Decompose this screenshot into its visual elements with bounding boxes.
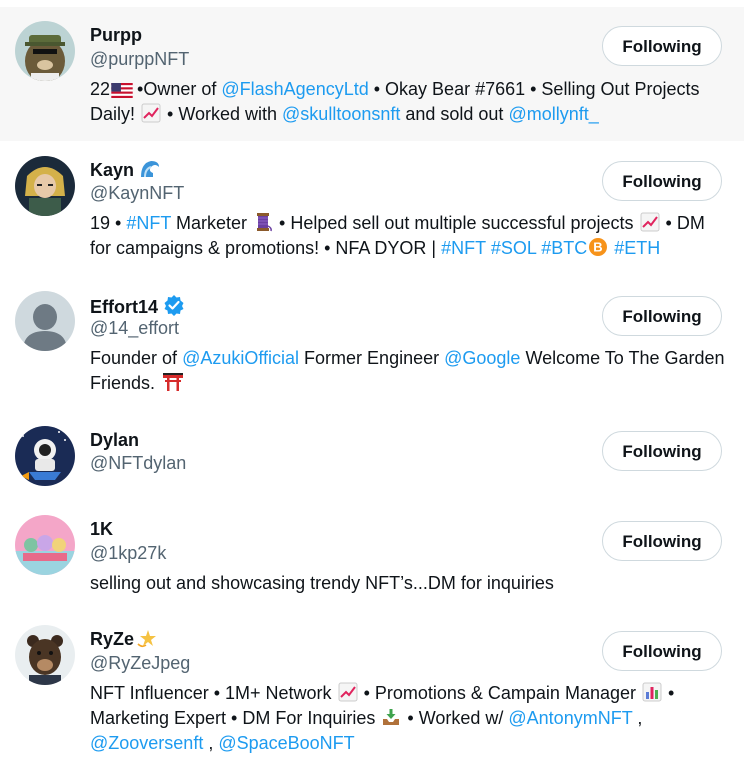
bio-text: • Worked w/ — [402, 708, 509, 728]
following-button[interactable]: Following — [602, 296, 722, 336]
user-name[interactable]: Purpp — [90, 24, 142, 46]
hashtag-link[interactable]: #ETH — [614, 238, 660, 258]
hashtag-link[interactable]: #NFT — [126, 213, 171, 233]
wave-emoji-icon — [139, 159, 161, 184]
user-row-effort14[interactable]: Effort14 @14_effort Founder of @AzukiOff… — [0, 276, 744, 411]
hashtag-link[interactable]: #BTC — [541, 238, 587, 258]
mention-link[interactable]: @mollynft_ — [508, 104, 598, 124]
chart-increasing-icon — [640, 212, 660, 232]
user-name[interactable]: Dylan — [90, 429, 139, 451]
svg-text:B: B — [594, 240, 603, 255]
user-handle[interactable]: @1kp27k — [90, 542, 166, 564]
bio-text: • Helped sell out multiple successful pr… — [274, 213, 639, 233]
hashtag-link[interactable]: #NFT — [441, 238, 486, 258]
spool-of-thread-icon — [253, 212, 273, 232]
user-bio: selling out and showcasing trendy NFT’s.… — [90, 571, 730, 596]
user-name[interactable]: 1K — [90, 518, 113, 540]
user-row-dylan[interactable]: Dylan @NFTdylan Following — [0, 411, 744, 501]
bio-text: • Worked with — [162, 104, 283, 124]
user-name[interactable]: RyZe — [90, 628, 158, 653]
user-row-kayn[interactable]: Kayn @KaynNFT 19 • #NFT Marketer • Helpe… — [0, 141, 744, 276]
default-profile-avatar-image — [15, 291, 75, 351]
bear-avatar-image — [15, 625, 75, 685]
bio-text: and sold out — [400, 104, 509, 124]
mention-link[interactable]: @Zooversenft — [90, 733, 203, 753]
user-handle[interactable]: @14_effort — [90, 317, 179, 339]
bio-text: selling out and showcasing trendy NFT’s.… — [90, 573, 554, 593]
following-button[interactable]: Following — [602, 521, 722, 561]
mention-link[interactable]: @AntonymNFT — [508, 708, 632, 728]
user-row-1k[interactable]: 1K @1kp27k selling out and showcasing tr… — [0, 501, 744, 611]
bio-text: Founder of — [90, 348, 183, 368]
user-name-text: Effort14 — [90, 297, 159, 317]
avatar[interactable] — [15, 625, 75, 685]
avatar[interactable] — [15, 291, 75, 351]
bitcoin-icon: B — [588, 237, 608, 256]
us-flag-icon — [111, 80, 133, 98]
user-bio: 19 • #NFT Marketer • Helped sell out mul… — [90, 211, 730, 261]
inbox-tray-icon — [381, 707, 401, 725]
bio-text: Former Engineer — [299, 348, 445, 368]
bio-text: , — [203, 733, 219, 753]
following-button[interactable]: Following — [602, 26, 722, 66]
user-name[interactable]: Kayn — [90, 159, 161, 184]
user-bio: NFT Influencer • 1M+ Network • Promotion… — [90, 681, 730, 756]
user-handle[interactable]: @purppNFT — [90, 48, 189, 70]
bio-text: •Owner of — [132, 79, 222, 99]
bio-text: • Promotions & Campain Manager — [358, 683, 641, 703]
pixel-characters-avatar-image — [15, 515, 75, 575]
user-bio: 22 •Owner of @FlashAgencyLtd • Okay Bear… — [90, 77, 730, 127]
user-row-ryze[interactable]: RyZe @RyZeJpeg NFT Influencer • 1M+ Netw… — [0, 611, 744, 762]
chart-increasing-icon — [338, 682, 358, 702]
bio-text: 22 — [90, 79, 111, 99]
bio-text: 19 • — [90, 213, 127, 233]
user-handle[interactable]: @RyZeJpeg — [90, 652, 190, 674]
avatar[interactable] — [15, 21, 75, 81]
torii-gate-icon — [161, 372, 184, 391]
mention-link[interactable]: @AzukiOfficial — [182, 348, 299, 368]
hashtag-link[interactable]: #SOL — [491, 238, 536, 258]
bio-text: , — [632, 708, 643, 728]
following-button[interactable]: Following — [602, 431, 722, 471]
anime-character-avatar-image — [15, 156, 75, 216]
dizzy-star-icon — [136, 628, 158, 653]
avatar[interactable] — [15, 156, 75, 216]
user-row-purpp[interactable]: Purpp @purppNFT 22 •Owner of @FlashAgenc… — [0, 7, 744, 141]
bio-text: NFT Influencer • 1M+ Network — [90, 683, 337, 703]
following-button[interactable]: Following — [602, 631, 722, 671]
okay-bear-avatar-image — [15, 21, 75, 81]
mention-link[interactable]: @SpaceBooNFT — [218, 733, 354, 753]
avatar[interactable] — [15, 426, 75, 486]
user-bio: Founder of @AzukiOfficial Former Enginee… — [90, 346, 730, 396]
avatar[interactable] — [15, 515, 75, 575]
mention-link[interactable]: @Google — [444, 348, 520, 368]
user-handle[interactable]: @KaynNFT — [90, 182, 184, 204]
user-name-text: Kayn — [90, 160, 135, 180]
astronaut-avatar-image — [15, 426, 75, 486]
bio-text: Marketer — [171, 213, 253, 233]
mention-link[interactable]: @FlashAgencyLtd — [221, 79, 368, 99]
mention-link[interactable]: @skulltoonsnft — [282, 104, 400, 124]
user-name-text: RyZe — [90, 629, 135, 649]
bar-chart-icon — [642, 682, 662, 702]
following-button[interactable]: Following — [602, 161, 722, 201]
user-handle[interactable]: @NFTdylan — [90, 452, 186, 474]
chart-increasing-icon — [141, 103, 161, 123]
